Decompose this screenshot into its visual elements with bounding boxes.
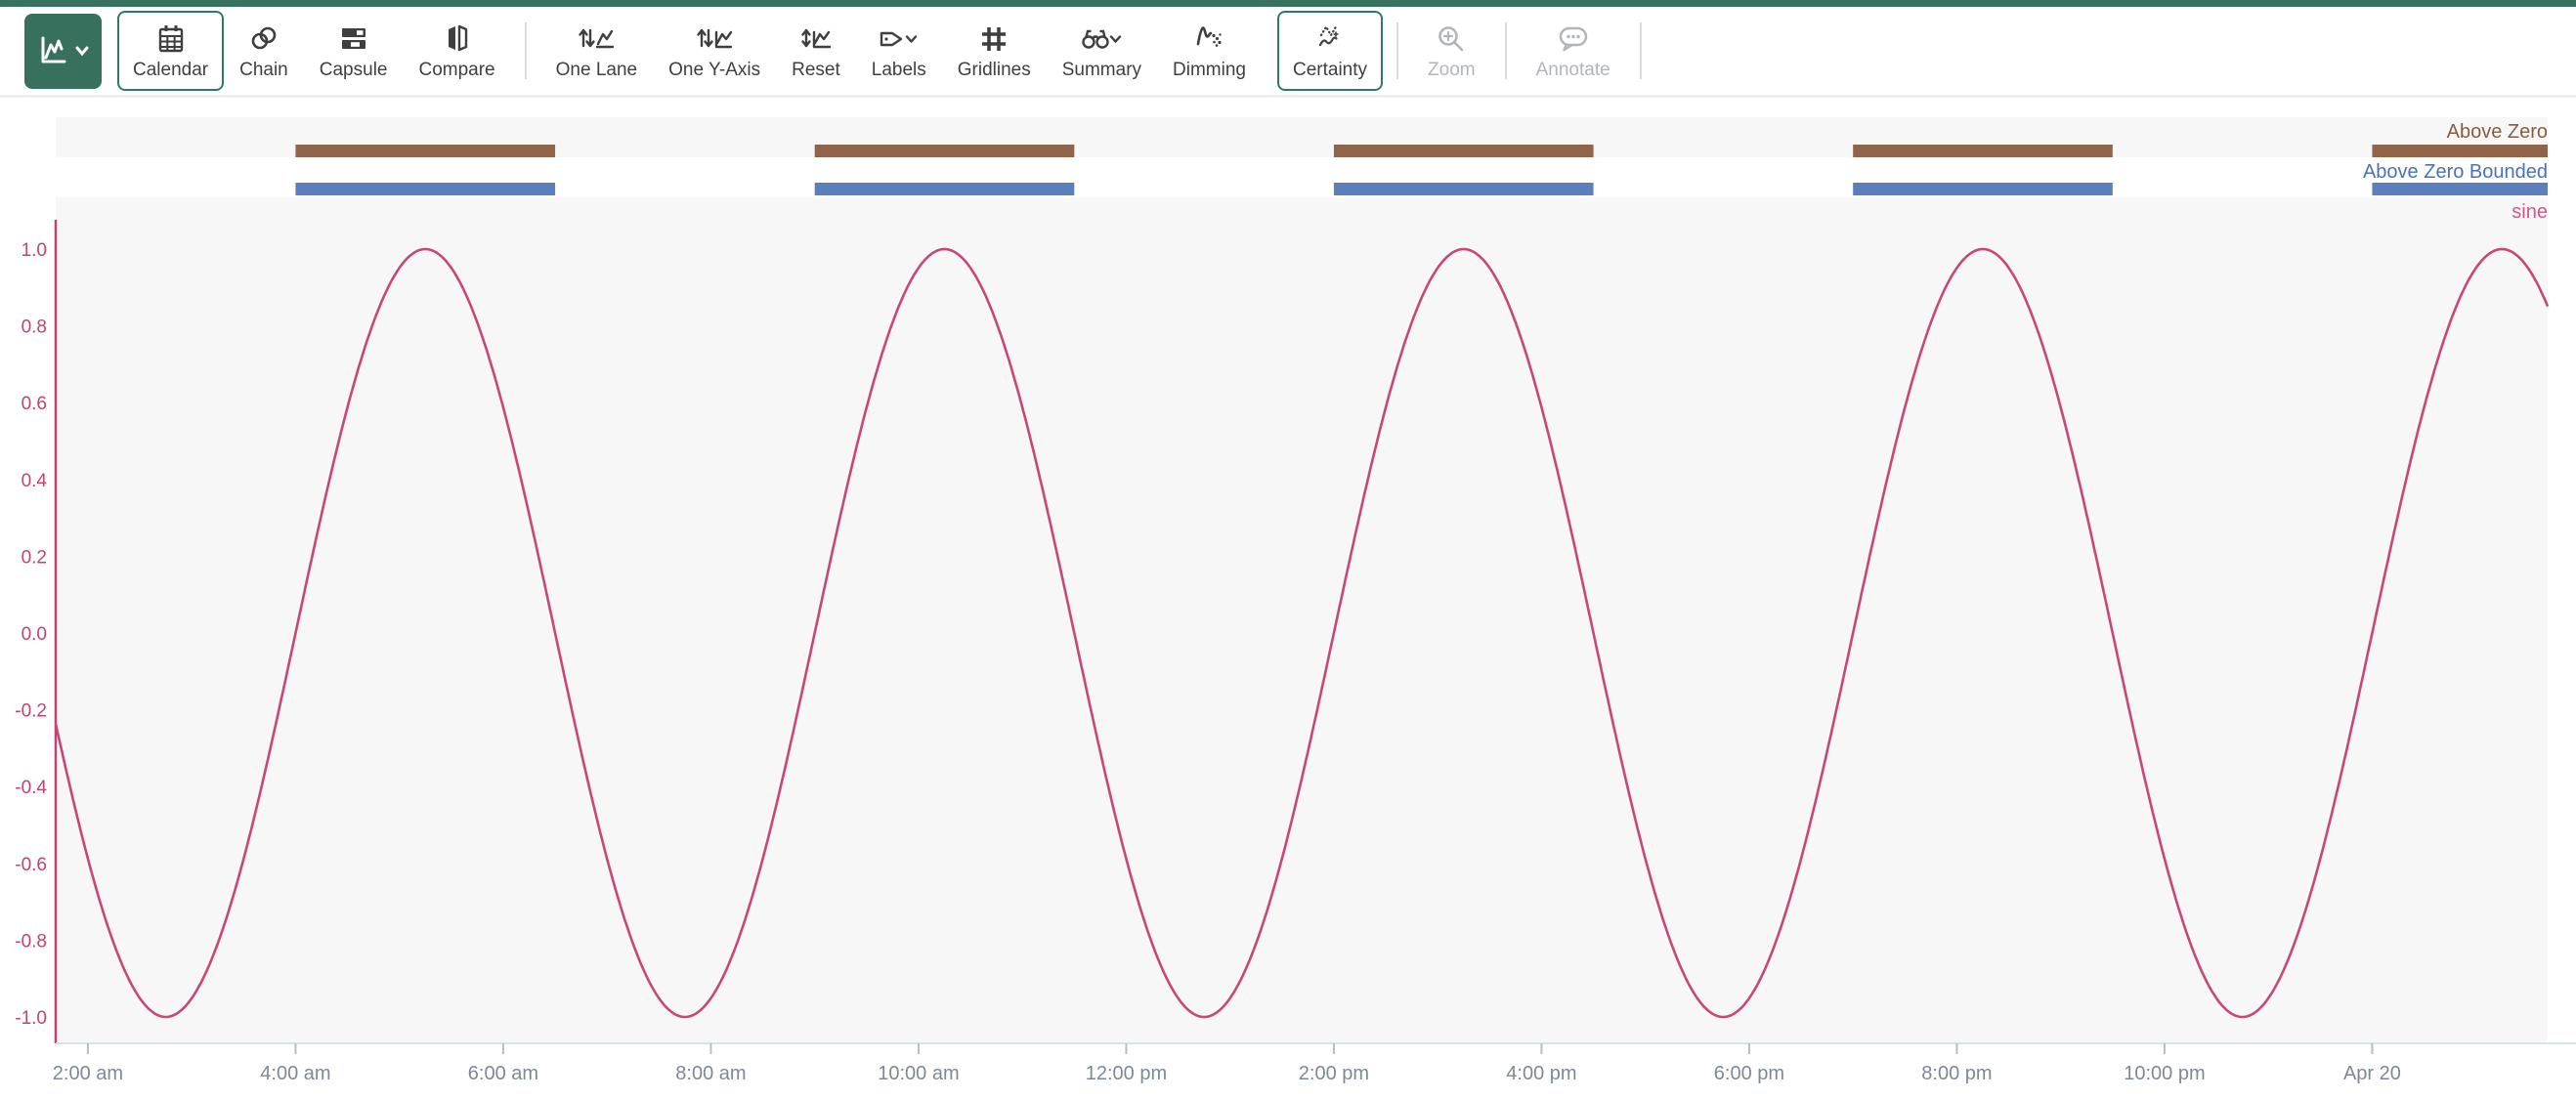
certainty-button[interactable]: Certainty — [1277, 11, 1383, 91]
compare-label: Compare — [418, 60, 494, 81]
above-zero-bounded-bar-segment[interactable] — [815, 183, 1075, 195]
above-zero-bounded-bar-segment[interactable] — [1853, 183, 2113, 195]
x-tick-label: 12:00 pm — [1086, 1063, 1167, 1084]
x-tick-label: 6:00 am — [468, 1063, 538, 1084]
y-tick-label: -0.2 — [15, 701, 47, 722]
y-tick-label: 0.0 — [21, 624, 47, 645]
above-zero-bar-segment[interactable] — [295, 145, 555, 157]
binoculars-icon — [1078, 21, 1125, 57]
plot-area-background[interactable] — [56, 197, 2548, 1043]
vertical-resize-chart-icon — [798, 21, 834, 57]
legend-label-above-zero-bounded: Above Zero Bounded — [2363, 161, 2548, 183]
compare-button[interactable]: Compare — [403, 13, 510, 89]
up-down-arrows-axis-chart-icon — [695, 21, 734, 57]
x-tick-label: 4:00 pm — [1506, 1063, 1576, 1084]
up-down-arrows-chart-icon — [577, 21, 616, 57]
one-lane-button[interactable]: One Lane — [540, 13, 653, 89]
zoom-label: Zoom — [1428, 60, 1476, 81]
certainty-label: Certainty — [1293, 60, 1367, 81]
x-tick-label: 10:00 am — [878, 1063, 959, 1084]
y-tick-label: -0.4 — [15, 778, 47, 798]
x-tick-label: 10:00 pm — [2124, 1063, 2205, 1084]
above-zero-bar-segment[interactable] — [1853, 145, 2113, 157]
stacked-capsule-bars-icon — [337, 21, 370, 57]
line-fading-to-dots-icon — [1193, 21, 1226, 57]
toolbar: Calendar Chain Capsule — [0, 7, 2576, 98]
timeline-app: { "toolbar": { "buttons": [ {"id":"chart… — [0, 0, 2576, 1100]
above-zero-bounded-bar-segment[interactable] — [1334, 183, 1594, 195]
legend-label-above-zero: Above Zero — [2447, 121, 2548, 143]
x-tick-label: 2:00 pm — [1299, 1063, 1369, 1084]
labels-label: Labels — [872, 60, 926, 81]
legend-label-sine: sine — [2512, 201, 2548, 223]
calendar-button[interactable]: Calendar — [117, 11, 224, 91]
y-tick-label: 1.0 — [21, 240, 47, 261]
chevron-down-icon — [74, 45, 90, 57]
chart-type-dropdown-button[interactable] — [24, 14, 102, 89]
zoom-button[interactable]: Zoom — [1412, 13, 1491, 89]
tag-icon — [878, 21, 921, 57]
above-zero-bounded-bar-segment[interactable] — [295, 183, 555, 195]
summary-label: Summary — [1062, 60, 1141, 81]
one-lane-label: One Lane — [556, 60, 637, 81]
annotate-label: Annotate — [1536, 60, 1610, 81]
y-tick-label: -1.0 — [15, 1008, 47, 1029]
compare-panels-icon — [441, 21, 474, 57]
x-tick-label: 4:00 am — [260, 1063, 330, 1084]
toolbar-divider — [1640, 22, 1642, 79]
dotted-and-solid-wave-icon — [1313, 21, 1347, 57]
speech-bubble-dots-icon — [1556, 21, 1591, 57]
top-accent-bar — [0, 0, 2576, 7]
grid-icon — [978, 21, 1009, 57]
chain-button[interactable]: Chain — [224, 13, 304, 89]
chain-link-icon — [247, 21, 280, 57]
above-zero-bar-segment[interactable] — [815, 145, 1075, 157]
capsule-label: Capsule — [320, 60, 388, 81]
y-tick-label: 0.2 — [21, 547, 47, 568]
y-tick-label: 0.8 — [21, 317, 47, 338]
y-tick-label: 0.6 — [21, 394, 47, 414]
reset-button[interactable]: Reset — [776, 13, 856, 89]
toolbar-divider — [525, 22, 527, 79]
summary-button[interactable]: Summary — [1047, 13, 1157, 89]
calendar-label: Calendar — [133, 60, 208, 81]
x-tick-label: 8:00 pm — [1921, 1063, 1992, 1084]
above-zero-bounded-bar-segment[interactable] — [2372, 183, 2548, 195]
x-tick-label: 6:00 pm — [1714, 1063, 1784, 1084]
dimming-label: Dimming — [1173, 60, 1246, 81]
toolbar-divider — [1505, 22, 1507, 79]
y-tick-label: 0.4 — [21, 471, 48, 491]
one-y-axis-label: One Y-Axis — [668, 60, 760, 81]
line-chart-axis-icon — [37, 34, 74, 67]
y-tick-label: -0.8 — [15, 931, 47, 952]
chain-label: Chain — [239, 60, 288, 81]
toolbar-divider — [1396, 22, 1398, 79]
gridlines-button[interactable]: Gridlines — [942, 13, 1047, 89]
above-zero-bar-segment[interactable] — [1334, 145, 1594, 157]
reset-label: Reset — [792, 60, 840, 81]
timeline-chart[interactable]: Above Zero Above Zero Bounded sine 1.0 0.8 0.… — [0, 98, 2576, 1100]
magnifier-plus-icon — [1436, 21, 1467, 57]
x-tick-label: Apr 20 — [2343, 1063, 2401, 1084]
capsule-button[interactable]: Capsule — [304, 13, 404, 89]
one-y-axis-button[interactable]: One Y-Axis — [653, 13, 776, 89]
x-tick-label: 8:00 am — [675, 1063, 746, 1084]
x-tick-label: 2:00 am — [53, 1063, 123, 1084]
gridlines-label: Gridlines — [958, 60, 1031, 81]
annotate-button[interactable]: Annotate — [1521, 13, 1626, 89]
dimming-button[interactable]: Dimming — [1157, 13, 1262, 89]
labels-button[interactable]: Labels — [856, 13, 942, 89]
above-zero-bar-segment[interactable] — [2372, 145, 2548, 157]
y-tick-label: -0.6 — [15, 855, 47, 875]
calendar-icon — [155, 21, 187, 57]
